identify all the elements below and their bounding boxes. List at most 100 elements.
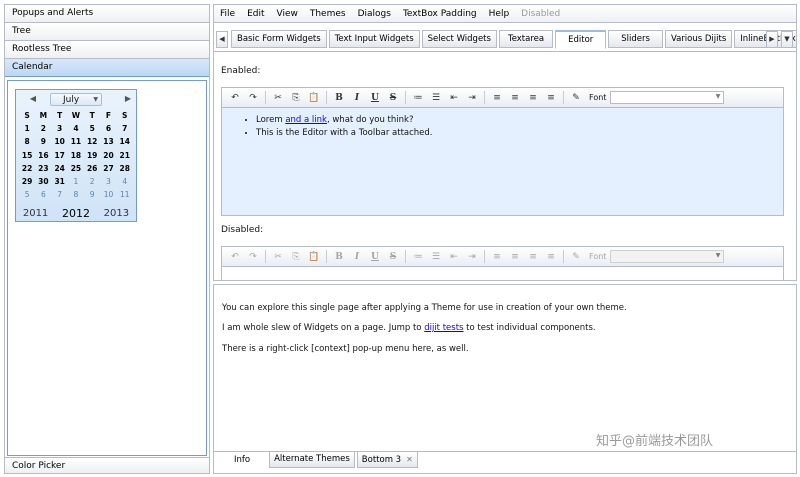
calendar-day[interactable]: 3: [100, 175, 116, 188]
calendar-day[interactable]: 2: [84, 175, 100, 188]
calendar-day[interactable]: 11: [117, 188, 133, 201]
accordion-title-color-picker[interactable]: Color Picker: [5, 457, 209, 474]
menu-file[interactable]: File: [214, 5, 241, 23]
accordion-title-tree[interactable]: Tree: [5, 23, 209, 41]
align-left-icon[interactable]: ≡: [488, 90, 506, 106]
calendar-day[interactable]: 27: [100, 162, 116, 175]
ordered-list-icon[interactable]: ≔: [409, 90, 427, 106]
calendar-day[interactable]: 7: [117, 122, 133, 135]
tab-editor[interactable]: Editor: [555, 30, 607, 49]
calendar-day[interactable]: 9: [35, 135, 51, 148]
calendar-day[interactable]: 4: [117, 175, 133, 188]
justify-icon[interactable]: ≡: [542, 90, 560, 106]
tab-text-input-widgets[interactable]: Text Input Widgets: [328, 30, 420, 48]
menu-view[interactable]: View: [271, 5, 304, 23]
calendar-day[interactable]: 12: [84, 135, 100, 148]
tab-scroll-right-icon[interactable]: ▶: [766, 31, 778, 48]
calendar-day[interactable]: 18: [68, 149, 84, 162]
calendar-day[interactable]: 16: [35, 149, 51, 162]
calendar-day[interactable]: 10: [100, 188, 116, 201]
prev-month-arrow-icon[interactable]: ◀: [28, 94, 38, 104]
calendar-day[interactable]: 25: [68, 162, 84, 175]
calendar-day[interactable]: 1: [19, 122, 35, 135]
calendar-day[interactable]: 3: [52, 122, 68, 135]
next-year[interactable]: 2013: [104, 208, 129, 219]
calendar-day[interactable]: 5: [84, 122, 100, 135]
calendar-day[interactable]: 22: [19, 162, 35, 175]
paste-icon[interactable]: 📋: [305, 90, 323, 106]
menu-themes[interactable]: Themes: [304, 5, 352, 23]
indent-icon[interactable]: ⇥: [463, 90, 481, 106]
highlight-icon[interactable]: ✎: [567, 90, 585, 106]
calendar-day[interactable]: 20: [100, 149, 116, 162]
editor-content-area[interactable]: Lorem and a link, what do you think? Thi…: [222, 108, 783, 215]
accordion-title-popups-and-alerts[interactable]: Popups and Alerts: [5, 5, 209, 23]
list-item: Lorem and a link, what do you think?: [256, 114, 783, 127]
accordion-title-rootless-tree[interactable]: Rootless Tree: [5, 41, 209, 59]
align-center-icon[interactable]: ≡: [506, 90, 524, 106]
strikethrough-icon[interactable]: S: [384, 90, 402, 106]
calendar-day[interactable]: 4: [68, 122, 84, 135]
calendar-day[interactable]: 17: [52, 149, 68, 162]
calendar-day[interactable]: 11: [68, 135, 84, 148]
tab-bottom-3[interactable]: Bottom 3 ✕: [356, 452, 418, 468]
calendar-day[interactable]: 29: [19, 175, 35, 188]
calendar-day[interactable]: 31: [52, 175, 68, 188]
bold-icon[interactable]: B: [330, 90, 348, 106]
unordered-list-icon[interactable]: ☰: [427, 90, 445, 106]
calendar-day[interactable]: 21: [117, 149, 133, 162]
tab-sliders[interactable]: Sliders: [608, 30, 663, 48]
copy-icon[interactable]: ⎘: [287, 90, 305, 106]
tab-info[interactable]: Info: [217, 452, 268, 468]
calendar-day[interactable]: 15: [19, 149, 35, 162]
tab-alternate-themes[interactable]: Alternate Themes: [269, 452, 355, 468]
calendar-day[interactable]: 23: [35, 162, 51, 175]
calendar-day[interactable]: 19: [84, 149, 100, 162]
calendar-day[interactable]: 24: [52, 162, 68, 175]
align-right-icon[interactable]: ≡: [524, 90, 542, 106]
calendar-day[interactable]: 2: [35, 122, 51, 135]
cut-icon[interactable]: ✂: [269, 90, 287, 106]
calendar-day[interactable]: 6: [100, 122, 116, 135]
calendar-widget: ◀ July ▼ ▶ S M T W T F S 1 2 3 4 5 6 7 8 9 10 11 12 13 14 15 1…: [15, 89, 137, 222]
close-icon[interactable]: ✕: [406, 455, 413, 464]
menu-help[interactable]: Help: [483, 5, 516, 23]
dijit-tests-link[interactable]: dijit tests: [424, 323, 463, 333]
calendar-day[interactable]: 6: [35, 188, 51, 201]
calendar-day[interactable]: 26: [84, 162, 100, 175]
redo-icon[interactable]: ↷: [244, 90, 262, 106]
italic-icon: I: [354, 251, 360, 262]
calendar-day[interactable]: 5: [19, 188, 35, 201]
calendar-day[interactable]: 1: [68, 175, 84, 188]
menu-edit[interactable]: Edit: [241, 5, 270, 23]
calendar-day[interactable]: 9: [84, 188, 100, 201]
tab-various-dijits[interactable]: Various Dijits: [664, 30, 733, 48]
tab-textarea[interactable]: Textarea: [498, 30, 554, 48]
editor-link[interactable]: and a link: [285, 115, 327, 125]
italic-icon[interactable]: I: [348, 90, 366, 106]
tab-basic-form-widgets[interactable]: Basic Form Widgets: [231, 30, 327, 48]
prev-year[interactable]: 2011: [23, 208, 48, 219]
outdent-icon[interactable]: ⇤: [445, 90, 463, 106]
calendar-day[interactable]: 8: [68, 188, 84, 201]
undo-icon[interactable]: ↶: [226, 90, 244, 106]
calendar-day[interactable]: 28: [117, 162, 133, 175]
copy-icon: ⎘: [292, 251, 300, 262]
next-month-arrow-icon[interactable]: ▶: [123, 94, 133, 104]
calendar-day[interactable]: 7: [52, 188, 68, 201]
calendar-day[interactable]: 13: [100, 135, 116, 148]
month-dropdown[interactable]: July ▼: [50, 93, 102, 106]
tab-menu-chevron-icon[interactable]: ▼: [781, 31, 793, 48]
calendar-day[interactable]: 30: [35, 175, 51, 188]
accordion-title-calendar[interactable]: Calendar: [5, 59, 209, 77]
calendar-day[interactable]: 8: [19, 135, 35, 148]
tab-select-widgets[interactable]: Select Widgets: [421, 30, 497, 48]
underline-icon[interactable]: U: [366, 90, 384, 106]
calendar-day[interactable]: 14: [117, 135, 133, 148]
calendar-day[interactable]: 10: [52, 135, 68, 148]
menu-dialogs[interactable]: Dialogs: [352, 5, 397, 23]
tab-scroll-left-icon[interactable]: ◀: [216, 31, 228, 48]
font-select[interactable]: ▼: [610, 91, 725, 104]
align-center-icon: ≡: [511, 251, 519, 262]
menu-textbox-padding[interactable]: TextBox Padding: [397, 5, 483, 23]
